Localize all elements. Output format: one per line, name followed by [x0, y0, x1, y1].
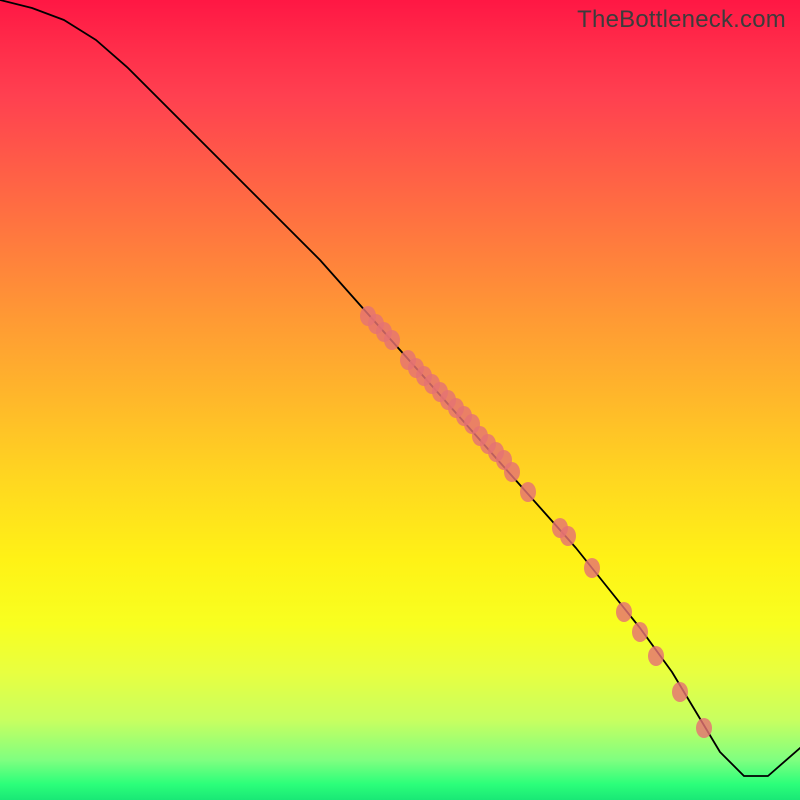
data-point [672, 682, 688, 702]
data-point [696, 718, 712, 738]
chart-plot [0, 0, 800, 800]
data-points [360, 306, 712, 738]
data-point [560, 526, 576, 546]
data-point [632, 622, 648, 642]
chart-canvas: TheBottleneck.com [0, 0, 800, 800]
data-point [504, 462, 520, 482]
data-point [648, 646, 664, 666]
data-point [520, 482, 536, 502]
data-point [616, 602, 632, 622]
data-point [384, 330, 400, 350]
bottleneck-curve [0, 0, 800, 776]
data-point [584, 558, 600, 578]
